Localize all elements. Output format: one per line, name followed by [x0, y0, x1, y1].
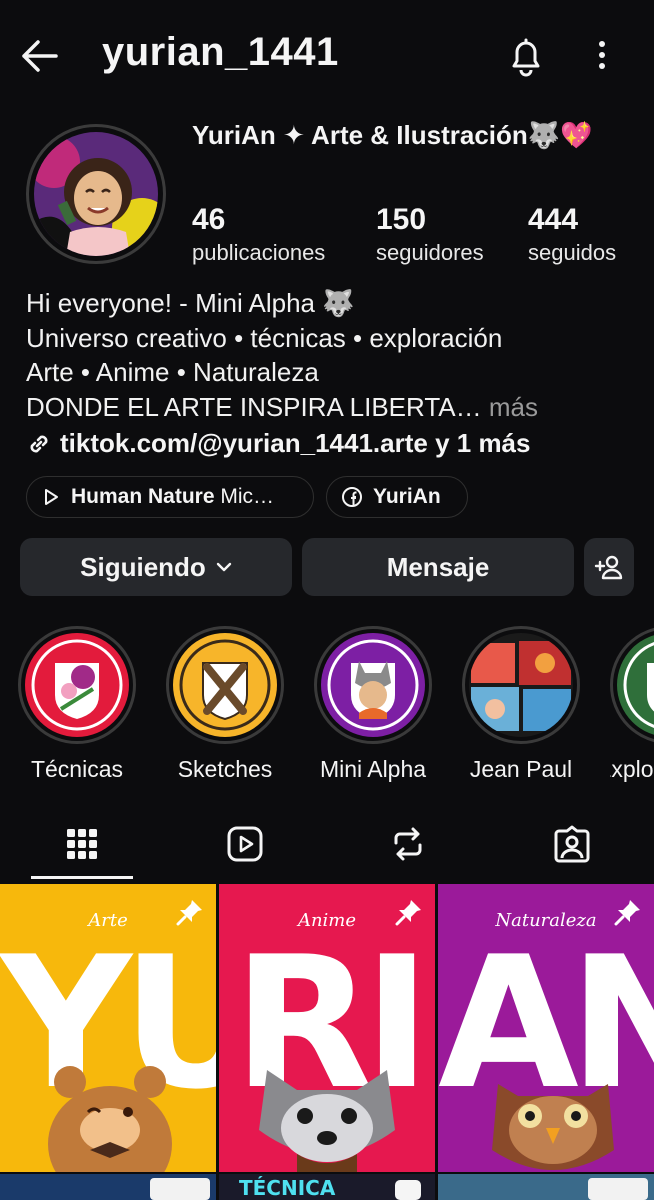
avatar[interactable] — [26, 124, 166, 264]
facebook-chip-label: YuriAn — [373, 485, 441, 508]
stat-followers-label: seguidores — [376, 240, 484, 265]
tab-reposts[interactable] — [386, 822, 430, 866]
back-arrow-icon[interactable] — [18, 36, 60, 76]
highlight-partial: Explo — [610, 626, 654, 783]
tab-grid[interactable] — [60, 822, 104, 866]
post-thumb-badge — [588, 1178, 648, 1200]
bio-line-last: DONDE EL ARTE INSPIRA LIBERTA… más — [26, 390, 636, 425]
add-person-icon — [594, 555, 623, 580]
highlight-ring — [610, 626, 654, 744]
more-options-icon[interactable] — [590, 38, 614, 74]
profile-bio: Hi everyone! - Mini Alpha 🐺 Universo cre… — [26, 286, 636, 424]
stat-posts-label: publicaciones — [192, 240, 326, 265]
tab-reels[interactable] — [223, 822, 267, 866]
post-tile-partial[interactable] — [438, 1174, 654, 1200]
stat-posts-value: 46 — [192, 203, 226, 236]
stat-followers-value: 150 — [376, 203, 427, 236]
facebook-chip[interactable]: YuriAn — [326, 476, 468, 518]
repost-icon — [394, 827, 422, 861]
message-button[interactable]: Mensaje — [302, 538, 574, 596]
profile-link[interactable]: tiktok.com/@yurian_1441.arte y 1 más — [26, 428, 530, 459]
tagged-person-icon — [554, 825, 590, 863]
post-thumb-badge — [150, 1178, 210, 1200]
avatar-image — [34, 132, 158, 256]
highlight-ring — [314, 626, 432, 744]
highlight-cover — [469, 633, 573, 737]
profile-tabs — [0, 812, 654, 880]
posts-grid: Arte YU Anime RI Naturaleza AN TÉCNICA — [0, 884, 654, 1200]
following-button[interactable]: Siguiendo — [20, 538, 292, 596]
reel-icon — [395, 1180, 421, 1200]
highlight-ring — [462, 626, 580, 744]
music-chip[interactable]: Human Nature Mic… — [26, 476, 314, 518]
highlight-label: Técnicas — [30, 756, 124, 782]
music-title: Human Nature — [71, 485, 215, 508]
bio-line: Hi everyone! - Mini Alpha 🐺 — [26, 288, 355, 318]
pin-icon — [614, 898, 642, 931]
highlight-explo[interactable]: Explo — [610, 626, 654, 783]
highlight-label: Explo — [610, 756, 654, 782]
stat-posts[interactable]: 46 publicaciones — [192, 202, 325, 268]
highlight-mini-alpha[interactable]: Mini Alpha — [314, 626, 432, 783]
post-tecnica-text: TÉCNICA — [239, 1176, 336, 1200]
bio-more-link[interactable]: más — [482, 392, 538, 422]
profile-link-text: tiktok.com/@yurian_1441.arte y 1 más — [60, 428, 531, 458]
stat-following[interactable]: 444 seguidos — [528, 202, 616, 268]
highlight-tecnicas[interactable]: Técnicas — [18, 626, 136, 783]
facebook-icon — [341, 486, 363, 508]
post-tile[interactable]: Anime RI — [219, 884, 435, 1172]
post-character-wolf — [259, 1070, 395, 1172]
bio-line: Arte • Anime • Naturaleza — [26, 357, 319, 387]
post-tile[interactable]: Arte YU — [0, 884, 216, 1172]
post-character-bear — [48, 1066, 172, 1172]
highlight-cover — [617, 633, 654, 737]
stat-following-value: 444 — [528, 203, 579, 236]
post-tile-partial[interactable]: TÉCNICA — [219, 1174, 435, 1200]
bio-line: DONDE EL ARTE INSPIRA LIBERTA… — [26, 391, 482, 422]
highlight-label: Mini Alpha — [319, 756, 427, 782]
highlight-label: Jean Paul — [469, 756, 573, 782]
highlight-cover — [25, 633, 129, 737]
post-character-owl — [492, 1084, 614, 1170]
bio-line: Universo creativo • técnicas • exploraci… — [26, 322, 503, 353]
active-tab-indicator — [31, 876, 133, 879]
music-artist: Mic… — [214, 485, 275, 508]
highlight-ring — [166, 626, 284, 744]
music-chip-text: Human Nature Mic… — [71, 485, 274, 509]
pin-icon — [395, 898, 423, 931]
reels-icon — [227, 826, 263, 862]
link-icon — [30, 435, 48, 452]
suggested-users-button[interactable] — [584, 538, 634, 596]
profile-stats: 46 publicaciones 150 seguidores 444 segu… — [192, 202, 642, 272]
page-title-username: yurian_1441 — [102, 30, 339, 74]
play-icon — [41, 487, 61, 507]
highlight-ring — [18, 626, 136, 744]
notification-bell-icon[interactable] — [506, 34, 546, 78]
chevron-down-icon — [216, 562, 232, 572]
top-bar: yurian_1441 — [0, 0, 654, 112]
pin-icon — [176, 898, 204, 931]
stat-followers[interactable]: 150 seguidores — [376, 202, 484, 268]
highlight-cover — [321, 633, 425, 737]
grid-icon — [67, 829, 97, 859]
highlight-label: Sketches — [177, 756, 273, 782]
highlight-sketches[interactable]: Sketches — [166, 626, 284, 783]
highlight-cover — [173, 633, 277, 737]
stat-following-label: seguidos — [528, 240, 617, 265]
highlight-jean-paul[interactable]: Jean Paul — [462, 626, 580, 783]
following-button-label: Siguiendo — [80, 551, 206, 582]
post-tile-partial[interactable] — [0, 1174, 216, 1200]
tab-tagged[interactable] — [550, 822, 594, 866]
post-tile[interactable]: Naturaleza AN — [438, 884, 654, 1172]
profile-display-name: YuriAn ✦ Arte & Ilustración🐺💖 — [192, 120, 593, 150]
message-button-label: Mensaje — [386, 551, 490, 582]
